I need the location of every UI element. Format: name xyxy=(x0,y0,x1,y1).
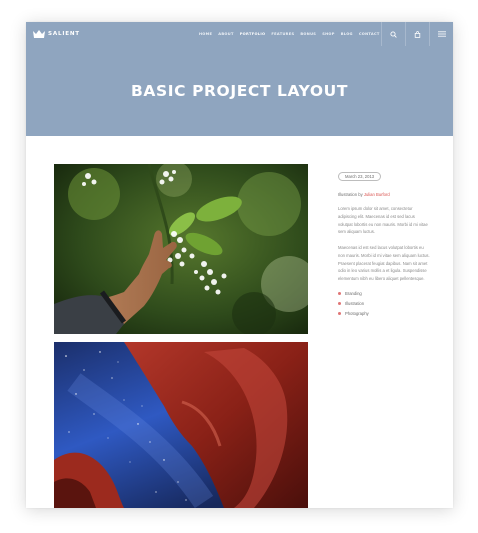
menu-button[interactable] xyxy=(429,22,453,46)
tag-branding[interactable]: Branding xyxy=(338,289,430,299)
page-header: BASIC PROJECT LAYOUT xyxy=(26,46,453,136)
nav-item-blog[interactable]: BLOG xyxy=(341,32,353,36)
project-image-flowers xyxy=(54,164,308,334)
menu-icon xyxy=(438,31,446,37)
byline-prefix: Illustration by xyxy=(338,192,363,197)
cart-button[interactable] xyxy=(405,22,428,46)
project-sidebar: March 23, 2013 Illustration by Julian Bu… xyxy=(338,165,430,319)
search-button[interactable] xyxy=(381,22,404,46)
project-date: March 23, 2013 xyxy=(338,172,382,181)
nav-item-bonus[interactable]: BONUS xyxy=(300,32,316,36)
search-icon xyxy=(389,30,397,38)
project-tags: Branding Illustration Photography xyxy=(338,289,430,319)
bullet-icon xyxy=(338,312,341,316)
tag-label: Illustration xyxy=(345,301,365,307)
project-description-1: Lorem ipsum dolor sit amet, consectetur … xyxy=(338,206,428,235)
nav-item-about[interactable]: ABOUT xyxy=(218,32,233,36)
crown-icon xyxy=(33,30,45,38)
page-title: BASIC PROJECT LAYOUT xyxy=(130,82,349,100)
nav-item-features[interactable]: FEATURES xyxy=(271,32,294,36)
tag-photography[interactable]: Photography xyxy=(338,309,430,319)
main-nav: HOME ABOUT PORTFOLIO FEATURES BONUS SHOP… xyxy=(199,32,380,36)
nav-item-home[interactable]: HOME xyxy=(199,32,212,36)
cart-icon xyxy=(414,30,420,38)
nav-item-contact[interactable]: CONTACT xyxy=(359,32,380,36)
project-byline: Illustration by Julian Burford xyxy=(338,192,430,197)
author-link[interactable]: Julian Burford xyxy=(364,192,390,197)
tag-label: Branding xyxy=(345,291,362,297)
bullet-icon xyxy=(338,292,341,296)
bullet-icon xyxy=(338,302,341,306)
logo-text: SALIENT xyxy=(48,31,80,37)
tag-illustration[interactable]: Illustration xyxy=(338,299,430,309)
nav-item-portfolio[interactable]: PORTFOLIO xyxy=(240,32,266,36)
top-navigation-bar: SALIENT HOME ABOUT PORTFOLIO FEATURES BO… xyxy=(26,22,453,46)
tag-label: Photography xyxy=(345,311,369,317)
logo[interactable]: SALIENT xyxy=(33,30,80,38)
browser-frame: SALIENT HOME ABOUT PORTFOLIO FEATURES BO… xyxy=(26,22,453,508)
project-image-canyon xyxy=(54,342,308,508)
nav-item-shop[interactable]: SHOP xyxy=(322,32,335,36)
project-description-2: Maecenas id est sed lacus volutpat lobor… xyxy=(338,245,430,282)
